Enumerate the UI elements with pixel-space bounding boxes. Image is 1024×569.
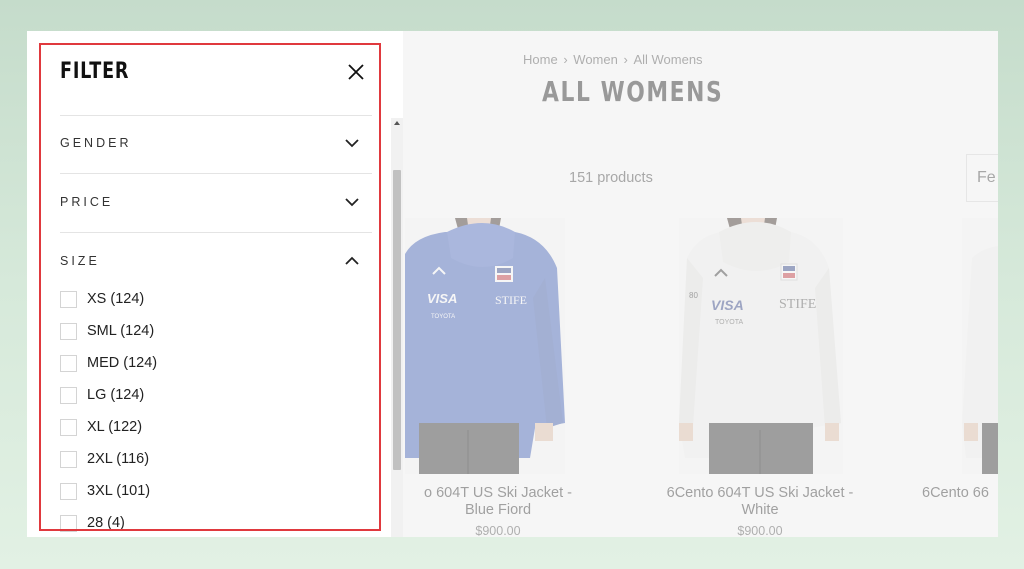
breadcrumb-separator: › [563, 52, 568, 67]
product-price: $900.00 [475, 524, 521, 537]
size-option[interactable]: XL (122) [60, 411, 157, 443]
svg-text:STIFE: STIFE [495, 293, 527, 307]
checkbox[interactable] [60, 514, 77, 532]
scroll-thumb[interactable] [393, 170, 401, 470]
screenshot-frame: Home › Women › All Womens ALL WOMENS 151… [27, 31, 998, 537]
size-option[interactable]: SML (124) [60, 315, 157, 347]
chevron-down-icon [345, 139, 359, 148]
checkbox[interactable] [60, 354, 77, 372]
breadcrumb-women[interactable]: Women [573, 52, 618, 67]
drawer-edge [391, 31, 403, 118]
divider [60, 232, 372, 233]
size-option[interactable]: LG (124) [60, 379, 157, 411]
svg-text:VISA: VISA [427, 291, 457, 306]
page-title: ALL WOMENS [542, 75, 724, 108]
breadcrumb-home[interactable]: Home [523, 52, 558, 67]
option-label: SML (124) [87, 323, 155, 339]
svg-text:80: 80 [689, 291, 698, 300]
filter-drawer: FILTER GENDER PRICE SIZE XS (124) SML (1… [27, 31, 391, 537]
size-options: XS (124) SML (124) MED (124) LG (124) XL… [60, 283, 157, 537]
product-name[interactable]: 6Cento 66 [922, 485, 989, 502]
svg-text:VISA: VISA [711, 297, 744, 313]
filter-title: FILTER [60, 59, 130, 84]
checkbox[interactable] [60, 418, 77, 436]
close-icon [348, 64, 364, 80]
size-option[interactable]: 2XL (116) [60, 443, 157, 475]
section-label: PRICE [60, 195, 114, 209]
product-price: $900.00 [737, 524, 783, 537]
svg-text:STIFE: STIFE [779, 297, 816, 312]
size-option[interactable]: XS (124) [60, 283, 157, 315]
option-label: XS (124) [87, 291, 145, 307]
product-image[interactable]: VISA STIFE TOYOTA [405, 218, 565, 474]
option-label: 3XL (101) [87, 483, 151, 499]
chevron-up-icon [345, 256, 359, 265]
breadcrumb: Home › Women › All Womens [522, 52, 704, 67]
product-image[interactable]: VISA STIFE TOYOTA 80 [679, 218, 843, 474]
jacket-image [962, 218, 998, 474]
option-label: LG (124) [87, 387, 145, 403]
checkbox[interactable] [60, 322, 77, 340]
size-option[interactable]: 3XL (101) [60, 475, 157, 507]
filter-section-size[interactable]: SIZE [60, 247, 360, 275]
product-name[interactable]: o 604T US Ski Jacket - Blue Fiord [398, 485, 598, 519]
chevron-down-icon [345, 198, 359, 207]
checkbox[interactable] [60, 386, 77, 404]
divider [60, 173, 372, 174]
breadcrumb-current: All Womens [633, 52, 703, 67]
option-label: 28 (4) [87, 515, 125, 531]
sort-dropdown[interactable]: Fe [966, 154, 998, 202]
size-option[interactable]: MED (124) [60, 347, 157, 379]
product-name[interactable]: 6Cento 604T US Ski Jacket - White [660, 485, 860, 519]
svg-text:TOYOTA: TOYOTA [715, 319, 743, 326]
close-button[interactable] [345, 61, 367, 83]
breadcrumb-separator: › [623, 52, 628, 67]
divider [60, 115, 372, 116]
size-option[interactable]: 28 (4) [60, 507, 157, 537]
filter-section-price[interactable]: PRICE [60, 188, 360, 216]
option-label: 2XL (116) [87, 451, 150, 467]
checkbox[interactable] [60, 450, 77, 468]
jacket-image: VISA STIFE TOYOTA 80 [679, 218, 843, 474]
jacket-image: VISA STIFE TOYOTA [405, 218, 565, 474]
checkbox[interactable] [60, 290, 77, 308]
product-image[interactable] [962, 218, 998, 474]
option-label: MED (124) [87, 355, 158, 371]
filter-section-gender[interactable]: GENDER [60, 129, 360, 157]
checkbox[interactable] [60, 482, 77, 500]
option-label: XL (122) [87, 419, 143, 435]
scroll-up-arrow-icon[interactable] [394, 121, 400, 125]
product-count: 151 products [569, 170, 653, 186]
svg-text:TOYOTA: TOYOTA [431, 314, 455, 320]
section-label: SIZE [60, 254, 100, 268]
drawer-scrollbar[interactable] [391, 118, 403, 537]
section-label: GENDER [60, 136, 132, 150]
